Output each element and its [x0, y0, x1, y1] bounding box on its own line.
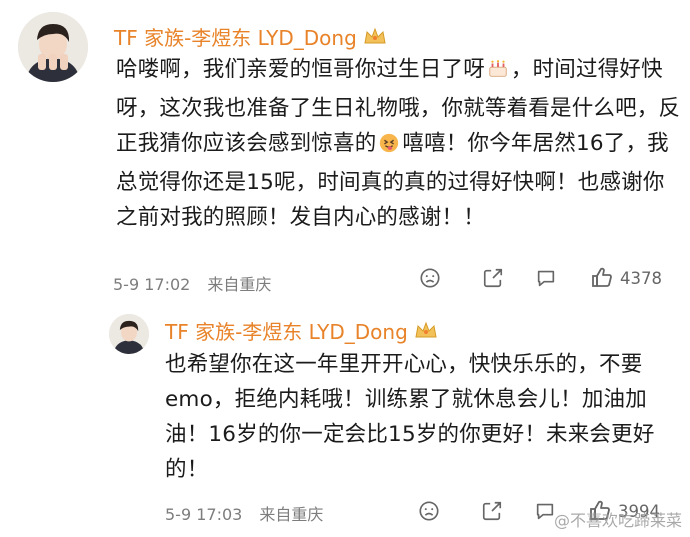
reply-comment-icon[interactable] — [534, 500, 556, 522]
tongue-out-emoji-icon — [378, 130, 400, 165]
avatar[interactable] — [18, 12, 88, 82]
reply-sad-face-icon[interactable] — [418, 500, 440, 522]
comment-location: 来自重庆 — [207, 275, 272, 294]
like-button[interactable]: 4378 — [590, 266, 662, 290]
share-icon[interactable] — [482, 267, 504, 289]
birthday-cake-emoji-icon — [487, 56, 509, 91]
comment-meta: 5-9 17:02 来自重庆 — [113, 271, 283, 295]
crown-badge-icon — [363, 26, 387, 50]
comment-username-text: TF 家族-李煜东 LYD_Dong — [114, 26, 357, 50]
reply-location: 来自重庆 — [259, 505, 324, 524]
comment-like-count: 4378 — [620, 268, 662, 288]
sad-face-icon[interactable] — [419, 267, 441, 289]
reply-crown-badge-icon — [414, 320, 438, 344]
thumbs-up-icon — [590, 266, 614, 290]
reply-username-text: TF 家族-李煜东 LYD_Dong — [165, 320, 408, 344]
reply-username[interactable]: TF 家族-李煜东 LYD_Dong — [165, 320, 438, 344]
comment-icon[interactable] — [535, 267, 557, 289]
comment-username[interactable]: TF 家族-李煜东 LYD_Dong — [114, 26, 387, 50]
reply-date: 5-9 17:03 — [165, 505, 243, 524]
comment-date: 5-9 17:02 — [113, 275, 191, 294]
reply-avatar[interactable] — [109, 314, 149, 354]
reply-share-icon[interactable] — [481, 500, 503, 522]
reply-text: 也希望你在这一年里开开心心，快快乐乐的，不要emo，拒绝内耗哦！训练累了就休息会… — [165, 352, 655, 482]
comment-text-part-1: 哈喽啊，我们亲爱的恒哥你过生日了呀 — [116, 57, 485, 82]
reply-meta: 5-9 17:03 来自重庆 — [165, 501, 335, 525]
watermark: @不喜欢吃蹄莱菜 — [553, 511, 682, 530]
comment-text: 哈喽啊，我们亲爱的恒哥你过生日了呀 ，时间过得好快呀，这次我也准备了生日礼物哦，你… — [116, 52, 684, 235]
